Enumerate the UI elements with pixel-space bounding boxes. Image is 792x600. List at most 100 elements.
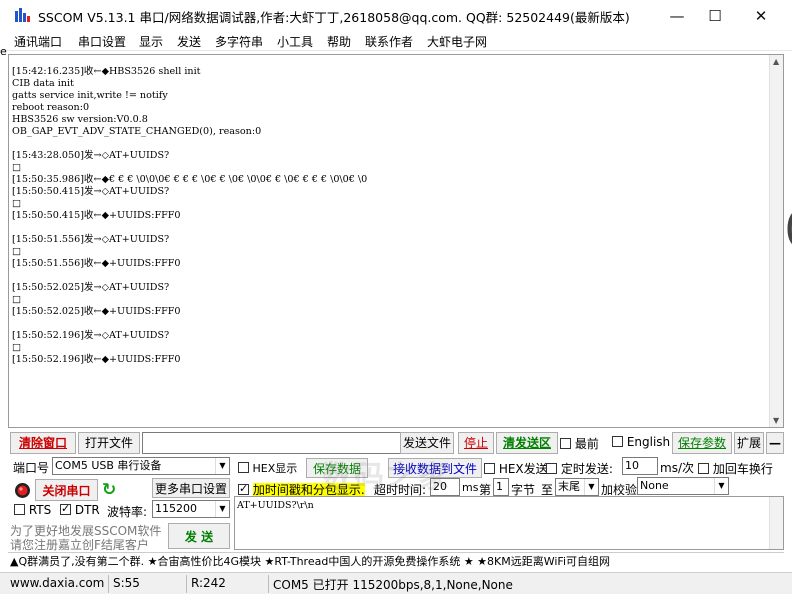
status-divider <box>186 575 187 593</box>
receive-line: □ <box>12 162 22 173</box>
checkbox-checked-icon[interactable] <box>238 482 249 495</box>
hex-send-checkbox[interactable]: HEX发送 <box>484 460 548 477</box>
chevron-down-icon[interactable]: ▼ <box>584 479 598 495</box>
dtr-label: DTR <box>74 503 100 517</box>
clear-window-button[interactable]: 清除窗口 <box>10 432 76 454</box>
checkbox-checked-icon[interactable] <box>60 502 71 515</box>
receive-line: [15:50:51.556]发→◇AT+UUIDS? <box>12 234 170 245</box>
rts-checkbox[interactable]: RTS <box>14 503 51 517</box>
port-select[interactable]: COM5 USB 串行设备 ▼ <box>52 457 230 475</box>
dtr-checkbox[interactable]: DTR <box>60 502 100 517</box>
checkbox-icon[interactable] <box>484 463 495 474</box>
nth-byte-input[interactable]: 1 <box>493 478 509 496</box>
hex-send-label: HEX发送 <box>498 462 548 476</box>
menu-send[interactable]: 发送 <box>177 33 201 50</box>
receive-line: [15:50:50.415]发→◇AT+UUIDS? <box>12 186 170 197</box>
receive-line: CIB data init <box>12 78 74 89</box>
checkbox-icon[interactable] <box>612 436 623 447</box>
receive-line <box>12 270 769 282</box>
watermark: 数码之家 <box>322 460 450 495</box>
menu-contact-author[interactable]: 联系作者 <box>365 33 413 50</box>
close-icon[interactable]: ✕ <box>738 0 784 31</box>
receive-line: [15:43:28.050]发→◇AT+UUIDS? <box>12 150 170 161</box>
chevron-down-icon[interactable]: ▼ <box>714 478 728 494</box>
rts-label: RTS <box>28 503 52 517</box>
port-status-icon <box>14 482 31 499</box>
maximize-icon[interactable]: ☐ <box>692 0 738 31</box>
open-file-button[interactable]: 打开文件 <box>78 432 140 454</box>
baud-label: 波特率: <box>107 505 148 519</box>
receive-area[interactable]: [15:42:16.235]收←◆HBS3526 shell init CIB d… <box>8 54 784 428</box>
receive-line: □ <box>12 294 22 305</box>
chevron-down-icon[interactable]: ▼ <box>215 501 229 517</box>
receive-line: [15:50:35.986]收←◆€ € € \0\0\0€ € € € \0€… <box>12 174 368 185</box>
port-value: COM5 USB 串行设备 <box>55 459 162 472</box>
send-file-button[interactable]: 发送文件 <box>400 432 454 454</box>
send-text-input[interactable]: AT+UUIDS?\r\n <box>234 496 784 550</box>
receive-line: [15:50:52.025]收←◆+UUIDS:FFF0 <box>12 306 181 317</box>
checkbox-icon[interactable] <box>14 504 25 515</box>
menu-display[interactable]: 显示 <box>139 33 163 50</box>
menu-daxia-site[interactable]: 大虾电子网 <box>427 33 487 50</box>
promo-line-2: 请您注册嘉立创F结尾客户 <box>10 538 149 552</box>
menu-help[interactable]: 帮助 <box>327 33 351 50</box>
receive-line <box>12 222 769 234</box>
receive-line: [15:42:16.235]收←◆HBS3526 shell init <box>12 66 201 77</box>
checksum-select[interactable]: None ▼ <box>637 477 729 495</box>
menu-port[interactable]: 通讯端口 <box>14 33 62 50</box>
scroll-down-icon[interactable]: ▼ <box>773 416 779 425</box>
menu-tools[interactable]: 小工具 <box>277 33 313 50</box>
status-received-count: R:242 <box>191 576 226 590</box>
status-sent-count: S:55 <box>113 576 140 590</box>
more-settings-button[interactable]: 更多串口设置 <box>152 478 230 498</box>
collapse-button[interactable]: — <box>766 432 784 454</box>
receive-line: reboot reason:0 <box>12 102 90 113</box>
scroll-up-icon[interactable]: ▲ <box>773 57 779 66</box>
receive-scrollbar[interactable]: ▲ ▼ <box>769 55 783 427</box>
menu-serial-settings[interactable]: 串口设置 <box>78 33 126 50</box>
english-checkbox[interactable]: English <box>612 435 670 449</box>
checkbox-icon[interactable] <box>238 462 249 473</box>
receive-line: OB_GAP_EVT_ADV_STATE_CHANGED(0), reason:… <box>12 126 262 137</box>
receive-line <box>12 138 769 150</box>
menu-multi-string[interactable]: 多字符串 <box>215 33 263 50</box>
last-checkbox[interactable]: 最前 <box>560 435 599 452</box>
expand-button[interactable]: 扩展 <box>734 432 764 454</box>
chevron-down-icon[interactable]: ▼ <box>215 458 229 474</box>
close-port-button[interactable]: 关闭串口 <box>35 479 98 501</box>
save-params-button[interactable]: 保存参数 <box>672 432 732 454</box>
status-port-state: COM5 已打开 115200bps,8,1,None,None <box>273 578 513 592</box>
sscom-app-icon <box>14 7 32 23</box>
receive-line: [15:50:52.196]发→◇AT+UUIDS? <box>12 330 170 341</box>
english-label: English <box>626 435 671 449</box>
status-divider <box>108 575 109 593</box>
checkbox-icon[interactable] <box>698 463 709 474</box>
receive-line <box>12 318 769 330</box>
refresh-icon[interactable]: ↻ <box>102 481 120 499</box>
checkbox-icon[interactable] <box>546 463 557 474</box>
file-path-input[interactable] <box>142 432 402 454</box>
baud-value: 115200 <box>155 502 197 515</box>
last-label: 最前 <box>574 437 599 451</box>
add-crlf-label: 加回车换行 <box>712 462 773 476</box>
stop-button[interactable]: 停止 <box>458 432 494 454</box>
timed-send-checkbox[interactable]: 定时发送: <box>546 460 613 477</box>
receive-line: [15:50:51.556]收←◆+UUIDS:FFF0 <box>12 258 181 269</box>
port-label: 端口号 <box>13 461 50 475</box>
add-crlf-checkbox[interactable]: 加回车换行 <box>698 460 773 477</box>
menu-bar: 通讯端口 串口设置 显示 发送 多字符串 小工具 帮助 联系作者 大虾电子网 <box>0 31 792 51</box>
timed-interval-input[interactable]: 10 <box>622 457 658 475</box>
checkbox-icon[interactable] <box>560 438 571 449</box>
send-scrollbar[interactable] <box>769 497 783 549</box>
timeout-unit: ms <box>462 481 479 494</box>
to-value: 末尾 <box>558 480 580 493</box>
promo-ticker[interactable]: ▲Q群满员了,没有第二个群. ★合宙高性价比4G模块 ★RT-Thread中国人… <box>8 552 784 570</box>
status-website-link[interactable]: www.daxia.com <box>10 576 104 590</box>
send-button[interactable]: 发 送 <box>168 523 230 549</box>
baud-select[interactable]: 115200 ▼ <box>152 500 230 518</box>
to-select[interactable]: 末尾 ▼ <box>555 478 599 496</box>
timed-send-label: 定时发送: <box>560 462 613 476</box>
right-edge-glyph: ( <box>784 206 792 250</box>
hex-display-checkbox[interactable]: HEX显示 <box>238 460 297 476</box>
clear-send-button[interactable]: 清发送区 <box>496 432 558 454</box>
